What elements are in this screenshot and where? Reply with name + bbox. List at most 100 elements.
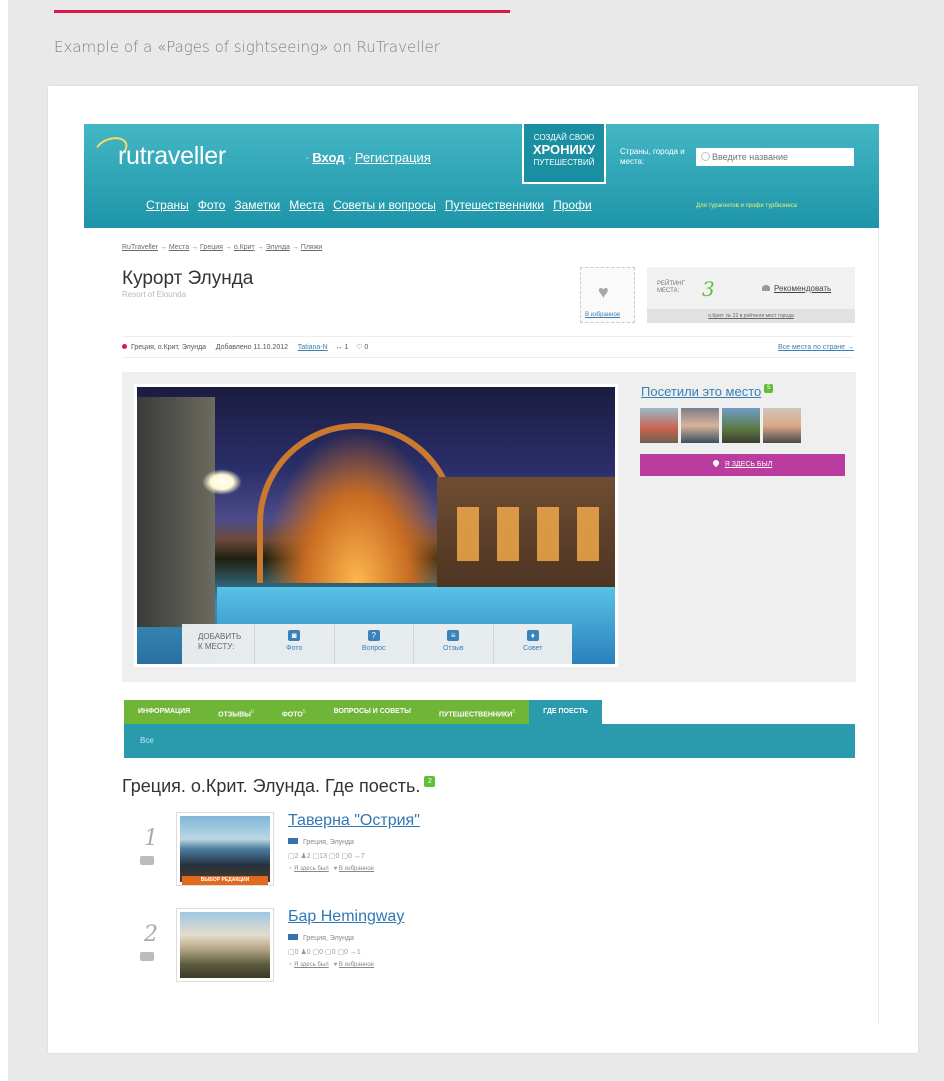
crumb-town[interactable]: Элунда [266,244,290,251]
list-item: 1 ВЫБОР РЕДАКЦИИ Таверна "Острия" Греция… [134,812,834,892]
main-photo-frame: ДОБАВИТЬ К МЕСТУ: ◙ Фото ? Вопрос ≡ Отзыв ♦ С… [134,384,618,667]
rating-rank-link[interactable]: о.Крит: № 22 в рейтинге мест города [647,309,855,323]
crumb-home[interactable]: RuTraveller [122,244,158,251]
meta-added: Добавлено 11.10.2012 [215,344,289,351]
tab-travellers[interactable]: ПУТЕШЕСТВЕННИКИ5 [424,700,530,724]
crumb-island[interactable]: о.Крит [234,244,255,251]
chronicle-line-2: ХРОНИКУ [532,142,596,157]
visited-count-badge: 5 [764,384,774,393]
tab-questions[interactable]: ВОПРОСЫ И СОВЕТЫ [319,700,425,724]
page-title: Курорт Элунда [122,268,254,289]
thumb-icon [762,285,770,291]
item-favorite-link[interactable]: В избранное [339,866,374,872]
all-places-link[interactable]: Все места по стране → [778,337,854,359]
item-thumbnail[interactable] [176,812,274,886]
section-count-badge: 2 [424,776,436,787]
tab-reviews[interactable]: ОТЗЫВЫ0 [204,700,268,724]
photo-pillar [137,397,215,627]
main-photo[interactable]: ДОБАВИТЬ К МЕСТУ: ◙ Фото ? Вопрос ≡ Отзыв ♦ С… [137,387,615,664]
item-actions: ♀ Я здесь был ♥ В избранное [288,866,375,872]
site-header: rutraveller · Вход · Регистрация СОЗДАЙ СВО… [84,124,879,228]
figure-caption: Example of a «Pages of sightseeing» on R… [54,38,440,56]
meta-shares: ↔ 1 [335,344,349,351]
item-thumbnail[interactable] [176,908,274,982]
tab-info[interactable]: ИНФОРМАЦИЯ [124,700,205,724]
item-number: 2 [144,922,158,947]
avatar[interactable] [640,408,678,443]
editors-choice-badge: ВЫБОР РЕДАКЦИИ [182,876,268,885]
avatar[interactable] [681,408,719,443]
crumb-places[interactable]: Места [169,244,189,251]
page-subtitle: Resort of Elounda [122,290,187,299]
rating-box: РЕЙТИНГ МЕСТА: 3 Рекомендовать о.Крит: №… [647,267,855,323]
visitor-avatars [640,408,801,443]
favorite-link[interactable]: В избранное [585,312,620,318]
nav-notes[interactable]: Заметки [234,198,280,212]
visited-link[interactable]: Посетили это место 5 [641,384,774,399]
nav-travellers[interactable]: Путешественники [445,198,544,212]
register-link[interactable]: Регистрация [355,150,431,165]
photo-dome [257,423,457,583]
photo-lamp [202,469,242,495]
nav-countries[interactable]: Страны [146,198,189,212]
question-icon: ? [367,630,380,641]
nav-agents-link[interactable]: Для турагентов и профи турбизнеса [696,203,797,209]
recommend-label: Рекомендовать [774,284,832,293]
rating-label: РЕЙТИНГ МЕСТА: [657,281,685,294]
avatar[interactable] [722,408,760,443]
meta-author[interactable]: Tatiana-N [298,344,328,351]
flag-icon [288,838,298,844]
add-tip-button[interactable]: ♦ Совет [492,624,573,664]
item-number: 1 [144,826,158,851]
nav-places[interactable]: Места [289,198,324,212]
nav-pro[interactable]: Профи [553,198,592,212]
flag-icon [288,934,298,940]
breadcrumb: RuTraveller → Места → Греция → о.Крит → … [122,244,323,251]
item-stats: ▢0 ♟0 ▢0 ▢0 ▢0 ↔1 [288,949,361,956]
rating-value: 3 [702,277,715,301]
login-link[interactable]: Вход [312,150,344,165]
create-chronicle-button[interactable]: СОЗДАЙ СВОЮ ХРОНИКУ ПУТЕШЕСТВИЙ [522,124,606,184]
item-actions: ♀ Я здесь был ♥ В избранное [288,962,375,968]
camera-icon [140,856,154,865]
auth-links: · Вход · Регистрация [305,150,431,165]
item-location: Греция, Элунда [288,934,354,942]
site-logo[interactable]: rutraveller [96,142,226,171]
list-item: 2 Бар Hemingway Греция, Элунда ▢0 ♟0 ▢0 … [134,908,834,988]
search-label: Страны, города и места: [620,147,685,166]
add-photo-button[interactable]: ◙ Фото [254,624,334,664]
tab-bar: ИНФОРМАЦИЯ ОТЗЫВЫ0 ФОТО5 ВОПРОСЫ И СОВЕТ… [124,700,854,724]
site-screenshot: rutraveller · Вход · Регистрация СОЗДАЙ СВО… [84,124,879,1024]
subtab-all[interactable]: Все [140,736,154,745]
section-title: Греция. о.Крит. Элунда. Где поесть. 2 [122,776,436,797]
photo-window [537,507,559,561]
media-panel: ДОБАВИТЬ К МЕСТУ: ◙ Фото ? Вопрос ≡ Отзыв ♦ С… [122,372,856,682]
add-review-button[interactable]: ≡ Отзыв [413,624,493,664]
chronicle-line-3: ПУТЕШЕСТВИЙ [533,158,595,167]
add-to-place-label: ДОБАВИТЬ К МЕСТУ: [198,632,242,651]
heart-icon: ♥ [598,282,609,302]
item-favorite-link[interactable]: В избранное [339,962,374,968]
nav-photo[interactable]: Фото [198,198,226,212]
add-to-place-bar: ДОБАВИТЬ К МЕСТУ: ◙ Фото ? Вопрос ≡ Отзыв ♦ С… [182,624,572,664]
tab-where-to-eat[interactable]: ГДЕ ПОЕСТЬ [529,700,602,724]
i-was-here-button[interactable]: Я ЗДЕСЬ БЫЛ [640,454,845,476]
item-was-here-link[interactable]: Я здесь был [294,962,329,968]
item-title-link[interactable]: Таверна "Острия" [288,812,420,830]
recommend-button[interactable]: Рекомендовать [762,284,831,293]
add-question-button[interactable]: ? Вопрос [333,624,414,664]
search-input[interactable] [696,148,854,166]
pin-icon [711,458,720,468]
crumb-category[interactable]: Пляжи [301,244,323,251]
crumb-country[interactable]: Греция [200,244,223,251]
tab-photo[interactable]: ФОТО5 [267,700,320,724]
main-nav: Страны Фото Заметки Места Советы и вопро… [146,198,601,212]
avatar[interactable] [763,408,801,443]
item-was-here-link[interactable]: Я здесь был [294,866,329,872]
accent-line [54,10,510,13]
nav-tips[interactable]: Советы и вопросы [333,198,436,212]
favorite-box[interactable]: ♥ В избранное [580,267,635,323]
camera-icon: ◙ [288,630,301,641]
search-icon [701,152,710,161]
item-title-link[interactable]: Бар Hemingway [288,908,404,926]
